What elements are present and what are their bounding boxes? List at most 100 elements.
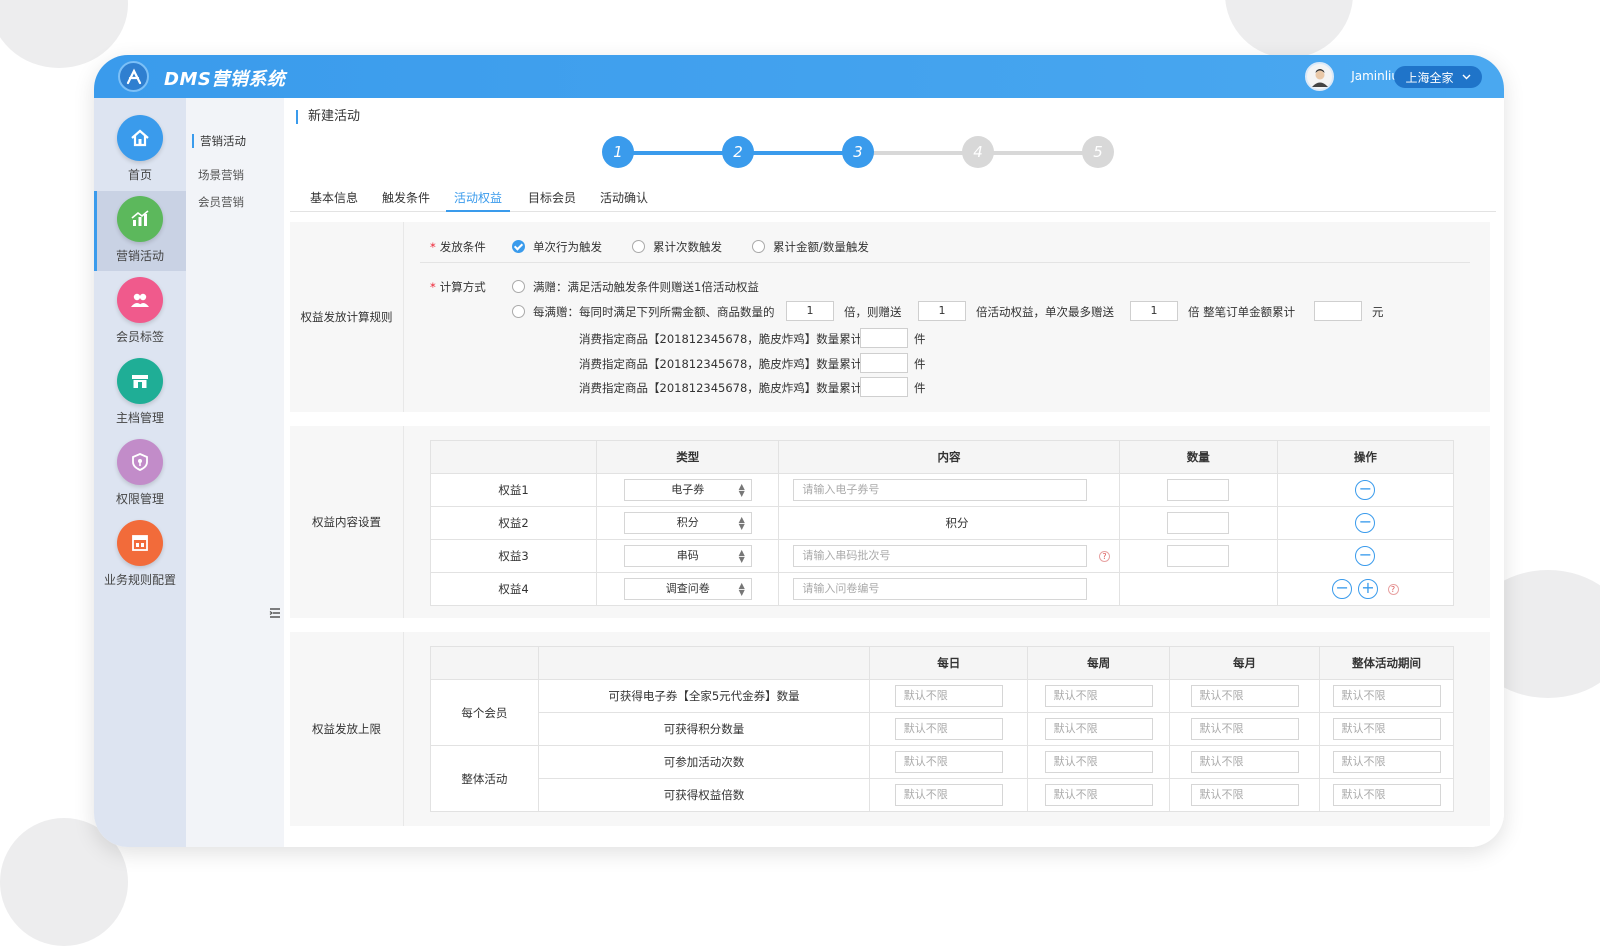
product-line-1: 消费指定商品【201812345678，脆皮炸鸡】数量累计 — [579, 332, 863, 346]
unit-piece: 件 — [914, 381, 926, 395]
daily-limit-input[interactable]: 默认不限 — [894, 718, 1003, 740]
calc-rules-panel: 权益发放计算规则 * 发放条件 单次行为触发 累计次数触发 累计金额/数量触发 *… — [290, 222, 1490, 412]
quantity-input[interactable] — [1167, 479, 1230, 501]
total-limit-input[interactable]: 默认不限 — [1332, 784, 1441, 806]
tab-trigger-conditions[interactable]: 触发条件 — [374, 188, 438, 212]
monthly-limit-input[interactable]: 默认不限 — [1190, 685, 1299, 707]
benefit-action-cell: − — [1276, 539, 1455, 573]
max-give-input[interactable]: 1 — [1130, 301, 1178, 321]
help-icon[interactable]: ? — [1098, 550, 1110, 562]
trigger-option-count: 累计次数触发 — [653, 240, 722, 254]
column-header: 数量 — [1118, 440, 1278, 474]
benefit-limits-label: 权益发放上限 — [290, 632, 404, 826]
username[interactable]: Jaminliu — [1351, 69, 1399, 83]
members-icon — [117, 277, 163, 323]
tab-target-members[interactable]: 目标会员 — [520, 188, 584, 212]
total-limit-input[interactable]: 默认不限 — [1332, 751, 1441, 773]
sidebar-item-member-tags[interactable]: 会员标签 — [94, 272, 186, 352]
daily-limit-input[interactable]: 默认不限 — [894, 685, 1003, 707]
limit-cell: 默认不限 — [1027, 679, 1171, 713]
sidebar-item-marketing[interactable]: 营销活动 — [94, 191, 186, 271]
step-2[interactable]: 2 — [722, 136, 754, 168]
table-header-row: 类型 内容 数量 操作 — [429, 440, 1455, 474]
subnav-item-member-marketing[interactable]: 会员营销 — [198, 194, 244, 210]
weekly-limit-input[interactable]: 默认不限 — [1044, 685, 1153, 707]
sidebar: 首页 营销活动 会员标签 主档管理 权限管理 业务规则配置 — [94, 98, 186, 847]
step-5[interactable]: 5 — [1082, 136, 1114, 168]
radio-single-trigger[interactable] — [512, 240, 525, 253]
sidebar-item-master-data[interactable]: 主档管理 — [94, 353, 186, 433]
monthly-limit-input[interactable]: 默认不限 — [1190, 784, 1299, 806]
coupon-number-input[interactable]: 请输入电子券号 — [793, 479, 1088, 501]
logo-icon — [118, 61, 149, 92]
benefit-type-select[interactable]: 调查问卷 ▲ ▼ — [623, 578, 752, 600]
tab-basic-info[interactable]: 基本信息 — [302, 188, 366, 212]
benefit-content-cell: 积分 — [778, 506, 1120, 540]
monthly-limit-input[interactable]: 默认不限 — [1190, 751, 1299, 773]
trigger-condition-label: * 发放条件 — [430, 239, 486, 255]
total-limit-input[interactable]: 默认不限 — [1332, 718, 1441, 740]
serial-batch-input[interactable]: 请输入串码批次号 — [793, 545, 1088, 567]
select-value: 积分 — [676, 516, 699, 529]
quantity-input[interactable] — [1167, 512, 1230, 534]
monthly-limit-input[interactable]: 默认不限 — [1190, 718, 1299, 740]
product-qty-input-2[interactable] — [860, 353, 908, 373]
sidebar-item-home[interactable]: 首页 — [94, 110, 186, 190]
benefit-type-select[interactable]: 积分 ▲ ▼ — [623, 512, 752, 534]
limit-cell: 默认不限 — [1319, 778, 1454, 812]
column-header: 每月 — [1169, 646, 1321, 680]
limit-cell: 默认不限 — [869, 778, 1029, 812]
radio-count-trigger[interactable] — [632, 240, 645, 253]
sidebar-item-permissions[interactable]: 权限管理 — [94, 434, 186, 514]
subnav-item-scene-marketing[interactable]: 场景营销 — [198, 167, 244, 183]
benefit-type-select[interactable]: 电子券 ▲ ▼ — [623, 479, 752, 501]
limit-cell: 默认不限 — [1027, 778, 1171, 812]
limit-cell: 默认不限 — [1169, 679, 1321, 713]
benefit-type-cell: 积分 ▲ ▼ — [596, 506, 780, 540]
product-qty-input-3[interactable] — [860, 377, 908, 397]
sidebar-item-business-rules[interactable]: 业务规则配置 — [94, 515, 186, 595]
quantity-input[interactable] — [1167, 545, 1230, 567]
product-line-3: 消费指定商品【201812345678，脆皮炸鸡】数量累计 — [579, 381, 863, 395]
radio-full-gift[interactable] — [512, 280, 525, 293]
decor-circle — [1225, 0, 1353, 58]
remove-row-button[interactable]: − — [1355, 513, 1376, 533]
total-limit-input[interactable]: 默认不限 — [1332, 685, 1441, 707]
radio-amount-trigger[interactable] — [752, 240, 765, 253]
top-bar: DMS营销系统 Jaminliu 上海全家 — [94, 55, 1504, 98]
order-amount-input[interactable] — [1314, 301, 1362, 321]
store-selector[interactable]: 上海全家 — [1394, 66, 1482, 88]
limit-cell: 默认不限 — [869, 679, 1029, 713]
trigger-option-amount: 累计金额/数量触发 — [773, 240, 869, 254]
daily-limit-input[interactable]: 默认不限 — [894, 751, 1003, 773]
group-label: 整体活动 — [430, 745, 539, 812]
collapse-menu-icon[interactable] — [268, 605, 284, 619]
user-avatar[interactable] — [1305, 62, 1334, 91]
give-input[interactable]: 1 — [918, 301, 966, 321]
unit-yuan: 元 — [1372, 305, 1384, 319]
survey-number-input[interactable]: 请输入问卷编号 — [793, 578, 1088, 600]
step-1[interactable]: 1 — [602, 136, 634, 168]
table-row: 每个会员 可获得电子券【全家5元代金券】数量 默认不限 默认不限 默认不限 默认… — [430, 679, 1454, 746]
daily-limit-input[interactable]: 默认不限 — [894, 784, 1003, 806]
help-icon[interactable]: ? — [1387, 583, 1399, 595]
remove-row-button[interactable]: − — [1332, 579, 1353, 599]
tab-activity-benefits[interactable]: 活动权益 — [446, 188, 511, 212]
radio-every-gift[interactable] — [512, 305, 525, 318]
step-4[interactable]: 4 — [962, 136, 994, 168]
weekly-limit-input[interactable]: 默认不限 — [1044, 718, 1153, 740]
remove-row-button[interactable]: − — [1355, 480, 1376, 500]
remove-row-button[interactable]: − — [1355, 546, 1376, 566]
trigger-label-text: 发放条件 — [439, 240, 486, 254]
step-3[interactable]: 3 — [842, 136, 874, 168]
benefit-type-select[interactable]: 串码 ▲ ▼ — [623, 545, 752, 567]
add-row-button[interactable]: + — [1357, 579, 1378, 599]
tab-activity-confirm[interactable]: 活动确认 — [592, 188, 656, 212]
table-row: 可获得积分数量 默认不限 默认不限 默认不限 默认不限 — [431, 712, 1454, 746]
weekly-limit-input[interactable]: 默认不限 — [1044, 751, 1153, 773]
limits-table: 每日 每周 每月 整体活动期间 每个会员 可获得电子券【全家5元代金券】数量 默… — [430, 646, 1454, 812]
product-qty-input-1[interactable] — [860, 328, 908, 348]
multiple-input[interactable]: 1 — [786, 301, 834, 321]
app-window: DMS营销系统 Jaminliu 上海全家 首页 营销活动 会员标签 主档管理 … — [94, 55, 1504, 847]
weekly-limit-input[interactable]: 默认不限 — [1044, 784, 1153, 806]
